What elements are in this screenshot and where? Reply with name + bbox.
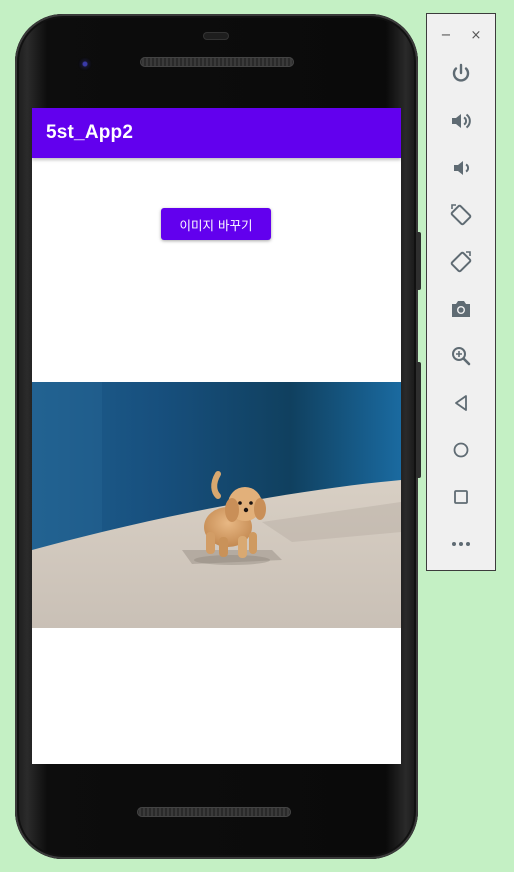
zoom-icon[interactable] xyxy=(446,341,476,371)
camera-icon[interactable] xyxy=(446,294,476,324)
volume-up-icon[interactable] xyxy=(446,106,476,136)
minimize-button[interactable]: − xyxy=(436,26,456,44)
more-icon[interactable] xyxy=(446,529,476,559)
close-button[interactable]: × xyxy=(466,26,486,44)
front-camera xyxy=(78,57,92,71)
change-image-button[interactable]: 이미지 바꾸기 xyxy=(161,208,271,240)
app-title: 5st_App2 xyxy=(46,122,134,143)
rotate-right-icon[interactable] xyxy=(446,247,476,277)
puppy-photo xyxy=(32,382,401,628)
phone-power-key xyxy=(416,232,421,290)
back-icon[interactable] xyxy=(446,388,476,418)
earpiece-speaker xyxy=(140,57,294,67)
bottom-speaker xyxy=(137,807,291,817)
phone-top-slot xyxy=(203,32,229,40)
volume-down-icon[interactable] xyxy=(446,153,476,183)
emulator-toolbar: − × xyxy=(426,13,496,571)
rotate-left-icon[interactable] xyxy=(446,200,476,230)
overview-icon[interactable] xyxy=(446,482,476,512)
app-screen: 5st_App2 이미지 바꾸기 xyxy=(32,108,401,764)
app-bar: 5st_App2 xyxy=(32,108,401,158)
power-icon[interactable] xyxy=(446,59,476,89)
home-icon[interactable] xyxy=(446,435,476,465)
phone-volume-key xyxy=(416,362,421,478)
